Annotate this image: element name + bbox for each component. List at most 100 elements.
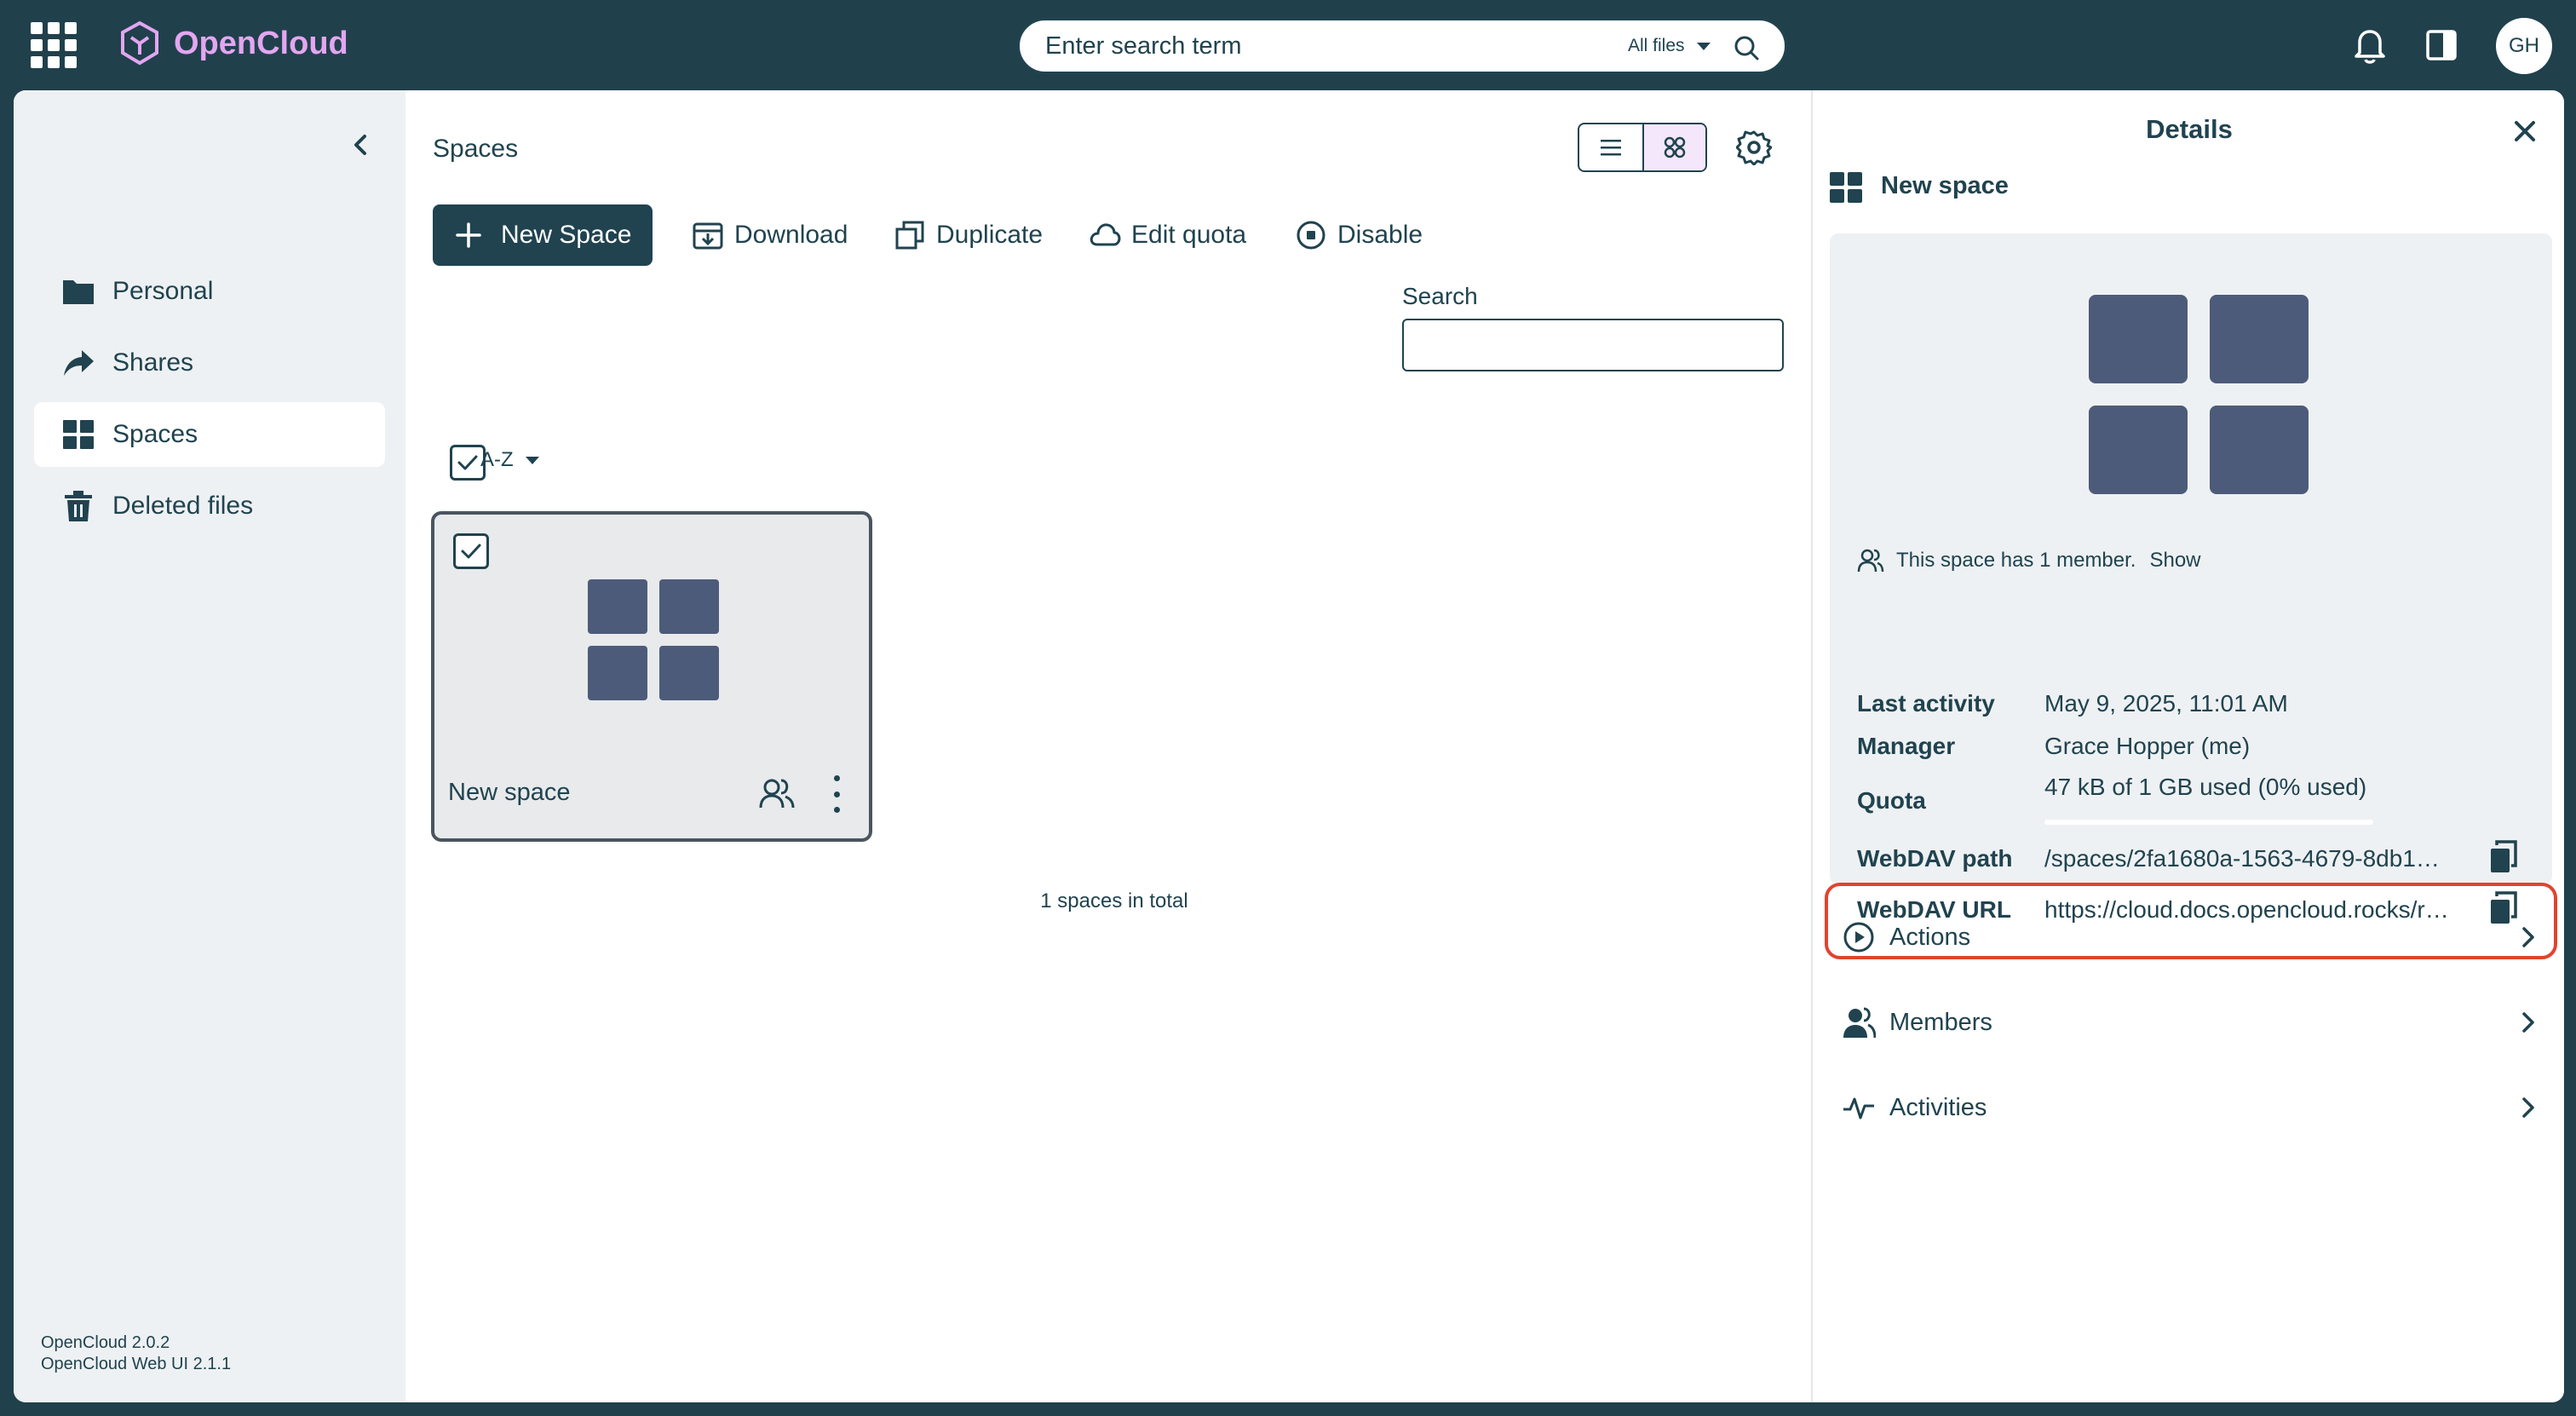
opencloud-logo-icon — [121, 20, 158, 66]
sidebar-toggle-icon[interactable] — [2421, 24, 2462, 66]
sidebar-item-label: Shares — [112, 348, 194, 377]
duplicate-icon — [895, 221, 924, 250]
gear-icon[interactable] — [1736, 130, 1772, 165]
accordion-label: Activities — [1889, 1093, 1987, 1121]
last-activity-label: Last activity — [1857, 690, 1995, 717]
show-members-link[interactable]: Show — [2149, 549, 2200, 573]
version-info: OpenCloud 2.0.2 OpenCloud Web UI 2.1.1 — [41, 1333, 231, 1375]
duplicate-button[interactable]: Duplicate — [894, 216, 1043, 254]
webdav-path-label: WebDAV path — [1857, 845, 2013, 872]
accordion-members[interactable]: Members — [1830, 988, 2552, 1056]
plus-icon — [456, 222, 481, 248]
activity-icon — [1843, 1097, 1874, 1120]
sidebar: Personal Shares Spaces Deleted files Ope… — [14, 90, 405, 1402]
download-button[interactable]: Download — [692, 216, 848, 254]
caret-down-icon — [1696, 42, 1711, 50]
new-space-button[interactable]: New Space — [433, 204, 653, 266]
manager-value: Grace Hopper (me) — [2044, 733, 2251, 759]
checkmark-icon — [461, 544, 481, 559]
quota-progress-bar — [2044, 820, 2373, 825]
space-name[interactable]: New space — [448, 779, 570, 807]
accordion-actions[interactable]: Actions — [1830, 903, 2552, 971]
sidebar-item-shares[interactable]: Shares — [34, 331, 385, 395]
view-mode-toggle — [1578, 123, 1707, 172]
manager-label: Manager — [1857, 733, 1956, 759]
sidebar-item-label: Deleted files — [112, 492, 254, 520]
search-scope-label: All files — [1628, 36, 1685, 55]
member-text: This space has 1 member. — [1896, 549, 2136, 572]
play-circle-icon — [1843, 922, 1874, 953]
space-card-checkbox[interactable] — [453, 533, 489, 569]
list-view-button[interactable] — [1579, 124, 1642, 170]
members-icon — [1857, 549, 1884, 573]
folder-icon — [63, 280, 94, 304]
close-icon[interactable] — [2510, 116, 2540, 147]
sidebar-item-label: Personal — [112, 277, 214, 305]
space-image-icon — [588, 579, 722, 700]
sidebar-item-spaces[interactable]: Spaces — [34, 402, 385, 467]
disable-label: Disable — [1337, 221, 1423, 249]
bell-icon[interactable] — [2349, 24, 2390, 66]
accordion-label: Actions — [1889, 923, 1971, 951]
space-image-icon — [2089, 295, 2309, 494]
chevron-right-icon — [2522, 1097, 2534, 1118]
checkmark-icon — [457, 455, 478, 470]
sidebar-item-label: Spaces — [112, 420, 198, 448]
new-space-label: New Space — [501, 221, 632, 249]
search-icon[interactable] — [1732, 33, 1761, 62]
details-card: This space has 1 member. Show Last activ… — [1825, 233, 2557, 959]
edit-quota-button[interactable]: Edit quota — [1089, 216, 1246, 254]
member-summary: This space has 1 member. Show — [1857, 547, 2201, 574]
download-label: Download — [734, 221, 848, 249]
main-panel: Personal Shares Spaces Deleted files Ope… — [14, 90, 2564, 1402]
spaces-content: Spaces New Space Download Duplicate Edit… — [405, 90, 1823, 1402]
share-arrow-icon — [64, 350, 94, 376]
sidebar-item-personal[interactable]: Personal — [34, 259, 385, 324]
version-line: OpenCloud Web UI 2.1.1 — [41, 1355, 232, 1373]
more-vertical-icon[interactable] — [831, 775, 842, 813]
app-logo[interactable]: OpenCloud — [119, 20, 348, 66]
grid-icon — [63, 420, 94, 449]
search-scope-select[interactable]: All files — [1628, 36, 1711, 56]
disable-button[interactable]: Disable — [1295, 216, 1423, 254]
top-bar: OpenCloud All files GH — [0, 0, 2576, 90]
sidebar-item-deleted-files[interactable]: Deleted files — [34, 474, 385, 538]
caret-down-icon — [525, 456, 539, 464]
global-search[interactable]: All files — [1017, 18, 1787, 74]
version-line: OpenCloud 2.0.2 — [41, 1333, 170, 1352]
avatar[interactable]: GH — [2496, 18, 2552, 74]
webdav-path-value: /spaces/2fa1680a-1563-4679-8db1… — [2044, 845, 2440, 872]
global-search-input[interactable] — [1045, 31, 1522, 61]
details-title: Details — [2146, 114, 2233, 144]
chevron-right-icon — [2522, 927, 2534, 947]
tiles-view-button[interactable] — [1642, 124, 1705, 170]
list-icon — [1600, 140, 1621, 156]
accordion-label: Members — [1889, 1008, 1992, 1036]
search-filter-input[interactable] — [1402, 319, 1784, 371]
page-title: Spaces — [433, 135, 519, 163]
members-icon — [1843, 1007, 1876, 1039]
download-icon — [693, 222, 723, 250]
chevron-right-icon — [2522, 1012, 2534, 1033]
cloud-icon — [1090, 223, 1121, 246]
last-activity-value: May 9, 2025, 11:01 AM — [2044, 690, 2288, 717]
members-icon[interactable] — [758, 775, 796, 813]
quota-value: 47 kB of 1 GB used (0% used) — [2044, 774, 2367, 800]
trash-icon — [65, 491, 92, 521]
sort-select[interactable]: A-Z — [480, 448, 539, 472]
app-switcher-icon[interactable] — [31, 22, 77, 68]
edit-quota-label: Edit quota — [1131, 221, 1247, 249]
duplicate-label: Duplicate — [936, 221, 1044, 249]
accordion-activities[interactable]: Activities — [1830, 1074, 2552, 1142]
details-panel: Details New space This space has 1 membe… — [1811, 90, 2564, 1402]
space-card[interactable]: New space — [431, 511, 872, 842]
tiles-icon — [1664, 136, 1686, 158]
stop-circle-icon — [1297, 221, 1325, 250]
chevron-left-icon[interactable] — [346, 130, 377, 160]
app-name: OpenCloud — [174, 25, 348, 61]
copy-icon[interactable] — [2487, 840, 2518, 874]
details-space-name: New space — [1881, 172, 2009, 199]
search-filter-label: Search — [1402, 283, 1478, 309]
total-count: 1 spaces in total — [1040, 889, 1188, 912]
space-icon — [1830, 172, 1864, 203]
